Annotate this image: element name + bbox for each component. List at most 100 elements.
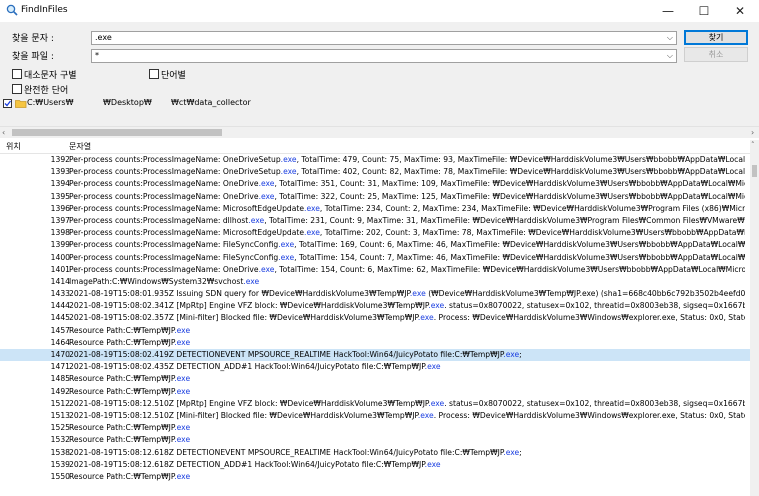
result-row[interactable]: 1401 Per-process counts:ProcessImageName:… [0,264,750,276]
horizontal-scroll-thumb[interactable] [12,129,222,136]
result-row[interactable]: 1396 Per-process counts:ProcessImageName:… [0,203,750,215]
row-text: Per-process counts:ProcessImageName: One… [69,154,745,166]
result-row[interactable]: 1525 Resource Path:C:₩Temp₩JP.exe [0,422,750,434]
horizontal-scrollbar[interactable]: ‹ › [0,126,759,138]
result-row[interactable]: 1394 Per-process counts:ProcessImageName:… [0,178,750,190]
row-position: 1464 [50,337,70,347]
result-row[interactable]: 1492 Resource Path:C:₩Temp₩JP.exe [0,386,750,398]
result-row[interactable]: 1397 Per-process counts:ProcessImageName:… [0,215,750,227]
result-row[interactable]: 1398 Per-process counts:ProcessImageName:… [0,227,750,239]
row-position: 1392 [50,155,70,164]
result-row[interactable]: 1513 2021-08-19T15:08:12.510Z [Mini-filte… [0,410,750,422]
col-text-header[interactable]: 문자열 [69,141,91,152]
match-case-label: 대소문자 구별 [24,71,77,81]
row-text: Resource Path:C:₩Temp₩JP.exe [69,471,745,483]
scroll-right-icon[interactable]: › [751,127,754,138]
search-panel: 찾을 문자 : .exe ⌵ 찾기 찾을 파일 : * ⌵ 취소 대소문자 구별… [0,22,759,126]
row-text: 2021-08-19T15:08:02.419Z DETECTIONEVENT … [69,349,745,361]
scroll-up-icon[interactable]: ˄ [751,141,755,149]
checked-checkbox-icon[interactable] [3,99,13,108]
result-row[interactable]: 1470 2021-08-19T15:08:02.419Z DETECTIONEV… [0,349,750,362]
row-text-suffix: . status=0x8070022, statusex=0x102, thre… [444,301,745,311]
row-text-suffix: , TotalTime: 351, Count: 31, MaxTime: 10… [274,179,745,189]
row-match-highlight: .exe [409,289,426,299]
find-files-combo[interactable]: * ⌵ [91,49,677,63]
row-text: Per-process counts:ProcessImageName: One… [69,178,745,190]
row-position: 1400 [50,252,70,262]
full-word-checkbox[interactable] [12,84,22,94]
row-match-highlight: .exe [174,423,191,433]
result-row[interactable]: 1532 Resource Path:C:₩Temp₩JP.exe [0,434,750,446]
results-list[interactable]: 1392 Per-process counts:ProcessImageName:… [0,154,750,496]
chevron-down-icon[interactable]: ⌵ [667,50,673,62]
row-text: Resource Path:C:₩Temp₩JP.exe [69,422,745,434]
row-match-highlight: .exe [280,167,297,177]
result-row[interactable]: 1393 Per-process counts:ProcessImageName:… [0,166,750,178]
row-match-highlight: .exe [278,240,295,250]
row-text-prefix: 2021-08-19T15:08:01.935Z Issuing SDN que… [69,289,410,299]
row-position: 1513 [50,410,70,420]
result-row[interactable]: 1539 2021-08-19T15:08:12.618Z DETECTION_A… [0,459,750,471]
whole-word-checkbox[interactable] [149,69,159,79]
row-match-highlight: .exe [278,252,295,262]
find-files-value: * [95,51,99,60]
result-row[interactable]: 1512 2021-08-19T15:08:12.510Z [MpRtp] Eng… [0,398,750,410]
result-row[interactable]: 1464 Resource Path:C:₩Temp₩JP.exe [0,337,750,349]
row-text: 2021-08-19T15:08:12.510Z [MpRtp] Engine … [69,398,745,410]
row-text-suffix: , TotalTime: 169, Count: 6, MaxTime: 46,… [294,240,745,250]
vertical-scrollbar[interactable]: ˄ [750,140,759,496]
row-match-highlight: .exe [417,313,434,323]
row-text-prefix: Per-process counts:ProcessImageName: Mic… [69,203,305,213]
row-text-prefix: ImagePath:C:₩Windows₩System32₩svchost [69,276,244,286]
row-text-prefix: 2021-08-19T15:08:02.435Z DETECTION_ADD#1… [69,362,425,372]
result-row[interactable]: 1471 2021-08-19T15:08:02.435Z DETECTION_A… [0,361,750,373]
minimize-button[interactable]: — [650,0,686,22]
result-row[interactable]: 1538 2021-08-19T15:08:12.618Z DETECTIONEV… [0,447,750,459]
row-text-prefix: Per-process counts:ProcessImageName: dll… [69,215,249,225]
row-match-highlight: .exe [258,264,275,274]
row-text: Per-process counts:ProcessImageName: One… [69,191,745,203]
col-position-header[interactable]: 위치 [6,141,21,152]
result-row[interactable]: 1395 Per-process counts:ProcessImageName:… [0,191,750,203]
result-row[interactable]: 1485 Resource Path:C:₩Temp₩JP.exe [0,373,750,385]
maximize-button[interactable]: ☐ [686,0,722,22]
row-text-prefix: Per-process counts:ProcessImageName: One… [69,191,259,201]
row-match-highlight: .exe [503,350,520,359]
row-position: 1471 [50,362,70,372]
result-row[interactable]: 1414 ImagePath:C:₩Windows₩System32₩svchos… [0,276,750,288]
result-row[interactable]: 1433 2021-08-19T15:08:01.935Z Issuing SDN… [0,288,750,300]
chevron-down-icon[interactable]: ⌵ [667,32,673,44]
row-text: ImagePath:C:₩Windows₩System32₩svchost.ex… [69,276,745,288]
row-position: 1393 [50,167,70,177]
result-row[interactable]: 1399 Per-process counts:ProcessImageName:… [0,239,750,251]
row-match-highlight: .exe [248,215,265,225]
row-text: Per-process counts:ProcessImageName: Fil… [69,239,745,251]
find-button[interactable]: 찾기 [684,30,748,45]
result-row[interactable]: 1444 2021-08-19T15:08:02.341Z [MpRtp] Eng… [0,300,750,312]
row-text-suffix: , TotalTime: 234, Count: 2, MaxTime: 234… [319,203,745,213]
magnifier-app-icon [6,4,18,16]
result-row[interactable]: 1392 Per-process counts:ProcessImageName:… [0,154,750,166]
result-row[interactable]: 1550 Resource Path:C:₩Temp₩JP.exe [0,471,750,483]
result-row[interactable]: 1400 Per-process counts:ProcessImageName:… [0,252,750,264]
vertical-scroll-thumb[interactable] [752,165,757,177]
row-match-highlight: .exe [174,337,191,347]
row-position: 1444 [50,301,70,311]
row-match-highlight: .exe [428,398,445,408]
find-text-combo[interactable]: .exe ⌵ [91,31,677,45]
scroll-left-icon[interactable]: ‹ [2,127,5,138]
row-text: Per-process counts:ProcessImageName: Mic… [69,203,745,215]
result-row[interactable]: 1457 Resource Path:C:₩Temp₩JP.exe [0,325,750,337]
row-text-suffix: , TotalTime: 322, Count: 25, MaxTime: 12… [274,191,745,201]
row-text: 2021-08-19T15:08:01.935Z Issuing SDN que… [69,288,745,300]
path-segment-desktop: ₩Desktop₩ [103,98,152,107]
close-button[interactable]: ✕ [722,0,758,22]
row-text-prefix: 2021-08-19T15:08:02.357Z [Mini-filter] B… [69,313,418,323]
row-text-suffix: , TotalTime: 202, Count: 3, MaxTime: 78,… [319,228,745,238]
match-case-checkbox[interactable] [12,69,22,79]
result-row[interactable]: 1445 2021-08-19T15:08:02.357Z [Mini-filte… [0,312,750,324]
row-match-highlight: .exe [280,155,297,164]
row-text: Per-process counts:ProcessImageName: Fil… [69,252,745,264]
cancel-button[interactable]: 취소 [684,47,748,62]
row-position: 1485 [50,374,70,384]
